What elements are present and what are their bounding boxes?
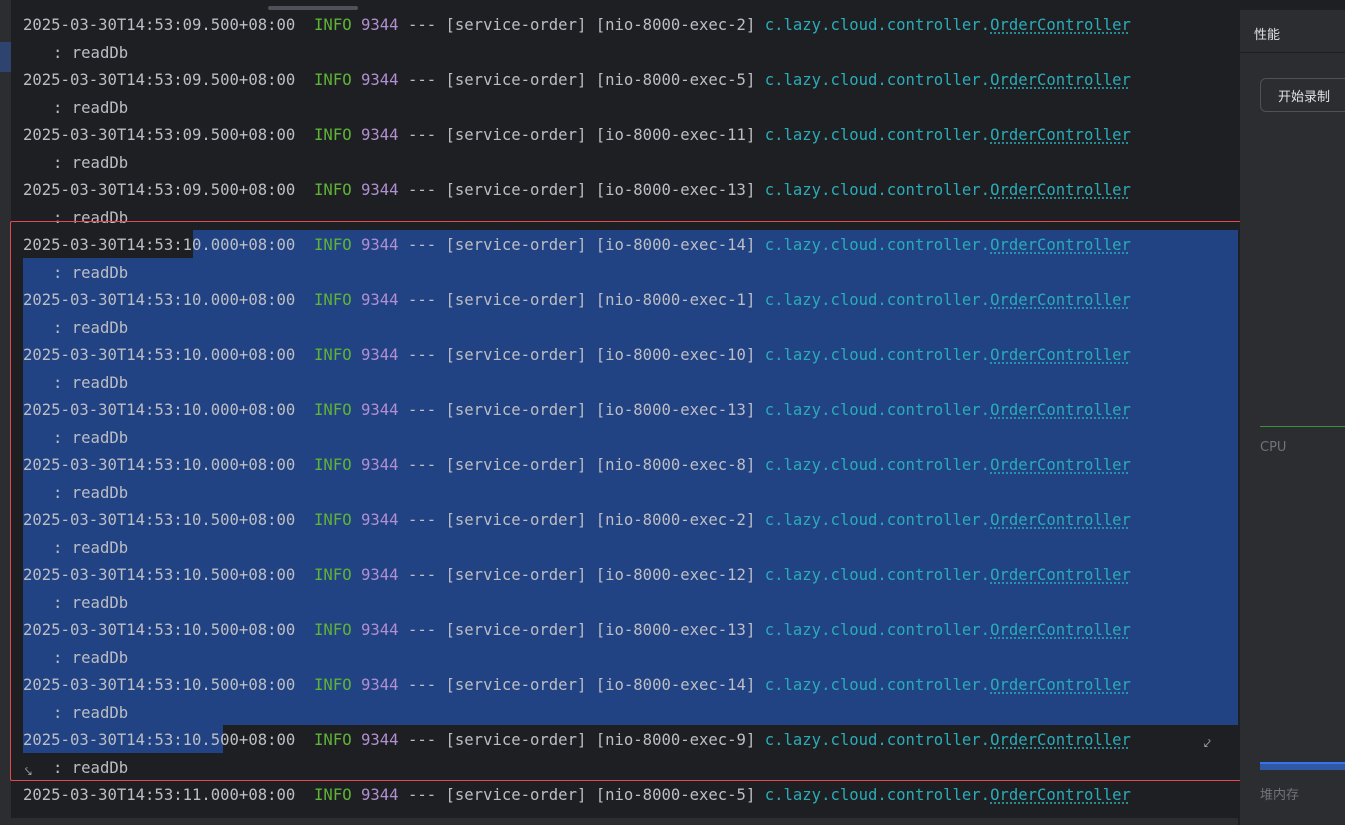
log-line-continuation: : readDb: [11, 149, 1238, 177]
profiler-title: 性能: [1254, 28, 1281, 43]
log-logger-class[interactable]: OrderController: [990, 71, 1131, 89]
log-message: : readDb: [53, 44, 129, 62]
log-message: : readDb: [53, 99, 129, 117]
log-timestamp: 2025-03-30T14:53:09.500+08:00: [23, 16, 296, 34]
log-logger-package: c.lazy.cloud.controller.: [764, 786, 991, 804]
log-thread: [io-8000-exec-11]: [595, 126, 756, 144]
log-pid: 9344: [361, 181, 399, 199]
cpu-graph-line: [1260, 426, 1345, 427]
log-line-text: 2025-03-30T14:53:09.500+08:00 INFO 9344 …: [23, 69, 1131, 91]
log-separator: ---: [407, 126, 437, 144]
log-logger-package: c.lazy.cloud.controller.: [764, 16, 991, 34]
log-service: [service-order]: [445, 16, 587, 34]
log-service: [service-order]: [445, 71, 587, 89]
log-thread: [io-8000-exec-13]: [595, 181, 756, 199]
log-level: INFO: [314, 71, 352, 89]
log-logger-package: c.lazy.cloud.controller.: [764, 181, 991, 199]
log-logger-class[interactable]: OrderController: [990, 16, 1131, 34]
log-level: INFO: [314, 126, 352, 144]
log-pid: 9344: [361, 16, 399, 34]
heap-memory-label: 堆内存: [1260, 788, 1300, 803]
log-line-continuation: : readDb: [11, 94, 1238, 122]
log-logger-class[interactable]: OrderController: [990, 126, 1131, 144]
horizontal-scrollbar-thumb[interactable]: [268, 6, 358, 10]
log-service: [service-order]: [445, 181, 587, 199]
log-line-text: 2025-03-30T14:53:09.500+08:00 INFO 9344 …: [23, 14, 1131, 36]
log-timestamp: 2025-03-30T14:53:09.500+08:00: [23, 71, 296, 89]
profiler-panel: 性能 开始录制 CPU 堆内存: [1240, 10, 1345, 825]
cpu-label: CPU: [1260, 440, 1287, 455]
log-separator: ---: [407, 181, 437, 199]
log-line-text: 2025-03-30T14:53:11.000+08:00 INFO 9344 …: [23, 784, 1131, 806]
log-pid: 9344: [361, 71, 399, 89]
profiler-header: 性能: [1240, 10, 1345, 53]
log-line: 2025-03-30T14:53:09.500+08:00 INFO 9344 …: [11, 11, 1238, 39]
log-thread: [nio-8000-exec-5]: [595, 786, 756, 804]
log-level: INFO: [314, 786, 352, 804]
log-thread: [nio-8000-exec-2]: [595, 16, 756, 34]
log-line-continuation: : readDb: [11, 39, 1238, 67]
log-timestamp: 2025-03-30T14:53:09.500+08:00: [23, 181, 296, 199]
log-thread: [nio-8000-exec-5]: [595, 71, 756, 89]
log-line: 2025-03-30T14:53:11.000+08:00 INFO 9344 …: [11, 781, 1238, 809]
bottom-border: [0, 818, 1238, 825]
log-service: [service-order]: [445, 126, 587, 144]
log-message: : readDb: [53, 154, 129, 172]
log-logger-package: c.lazy.cloud.controller.: [764, 126, 991, 144]
log-line-text: 2025-03-30T14:53:09.500+08:00 INFO 9344 …: [23, 179, 1131, 201]
start-recording-button[interactable]: 开始录制: [1260, 78, 1345, 112]
heap-graph-line: [1260, 762, 1345, 764]
log-logger-package: c.lazy.cloud.controller.: [764, 71, 991, 89]
log-timestamp: 2025-03-30T14:53:09.500+08:00: [23, 126, 296, 144]
log-pid: 9344: [361, 786, 399, 804]
log-level: INFO: [314, 181, 352, 199]
log-logger-class[interactable]: OrderController: [990, 181, 1131, 199]
gutter-marker: [0, 42, 11, 72]
log-line: 2025-03-30T14:53:09.500+08:00 INFO 9344 …: [11, 121, 1238, 149]
log-line: 2025-03-30T14:53:09.500+08:00 INFO 9344 …: [11, 66, 1238, 94]
log-line: 2025-03-30T14:53:09.500+08:00 INFO 9344 …: [11, 176, 1238, 204]
log-level: INFO: [314, 16, 352, 34]
log-separator: ---: [407, 786, 437, 804]
log-pid: 9344: [361, 126, 399, 144]
log-separator: ---: [407, 16, 437, 34]
log-timestamp: 2025-03-30T14:53:11.000+08:00: [23, 786, 296, 804]
highlight-box: [10, 221, 1245, 781]
log-service: [service-order]: [445, 786, 587, 804]
log-separator: ---: [407, 71, 437, 89]
log-logger-class[interactable]: OrderController: [990, 786, 1131, 804]
log-line-text: 2025-03-30T14:53:09.500+08:00 INFO 9344 …: [23, 124, 1131, 146]
